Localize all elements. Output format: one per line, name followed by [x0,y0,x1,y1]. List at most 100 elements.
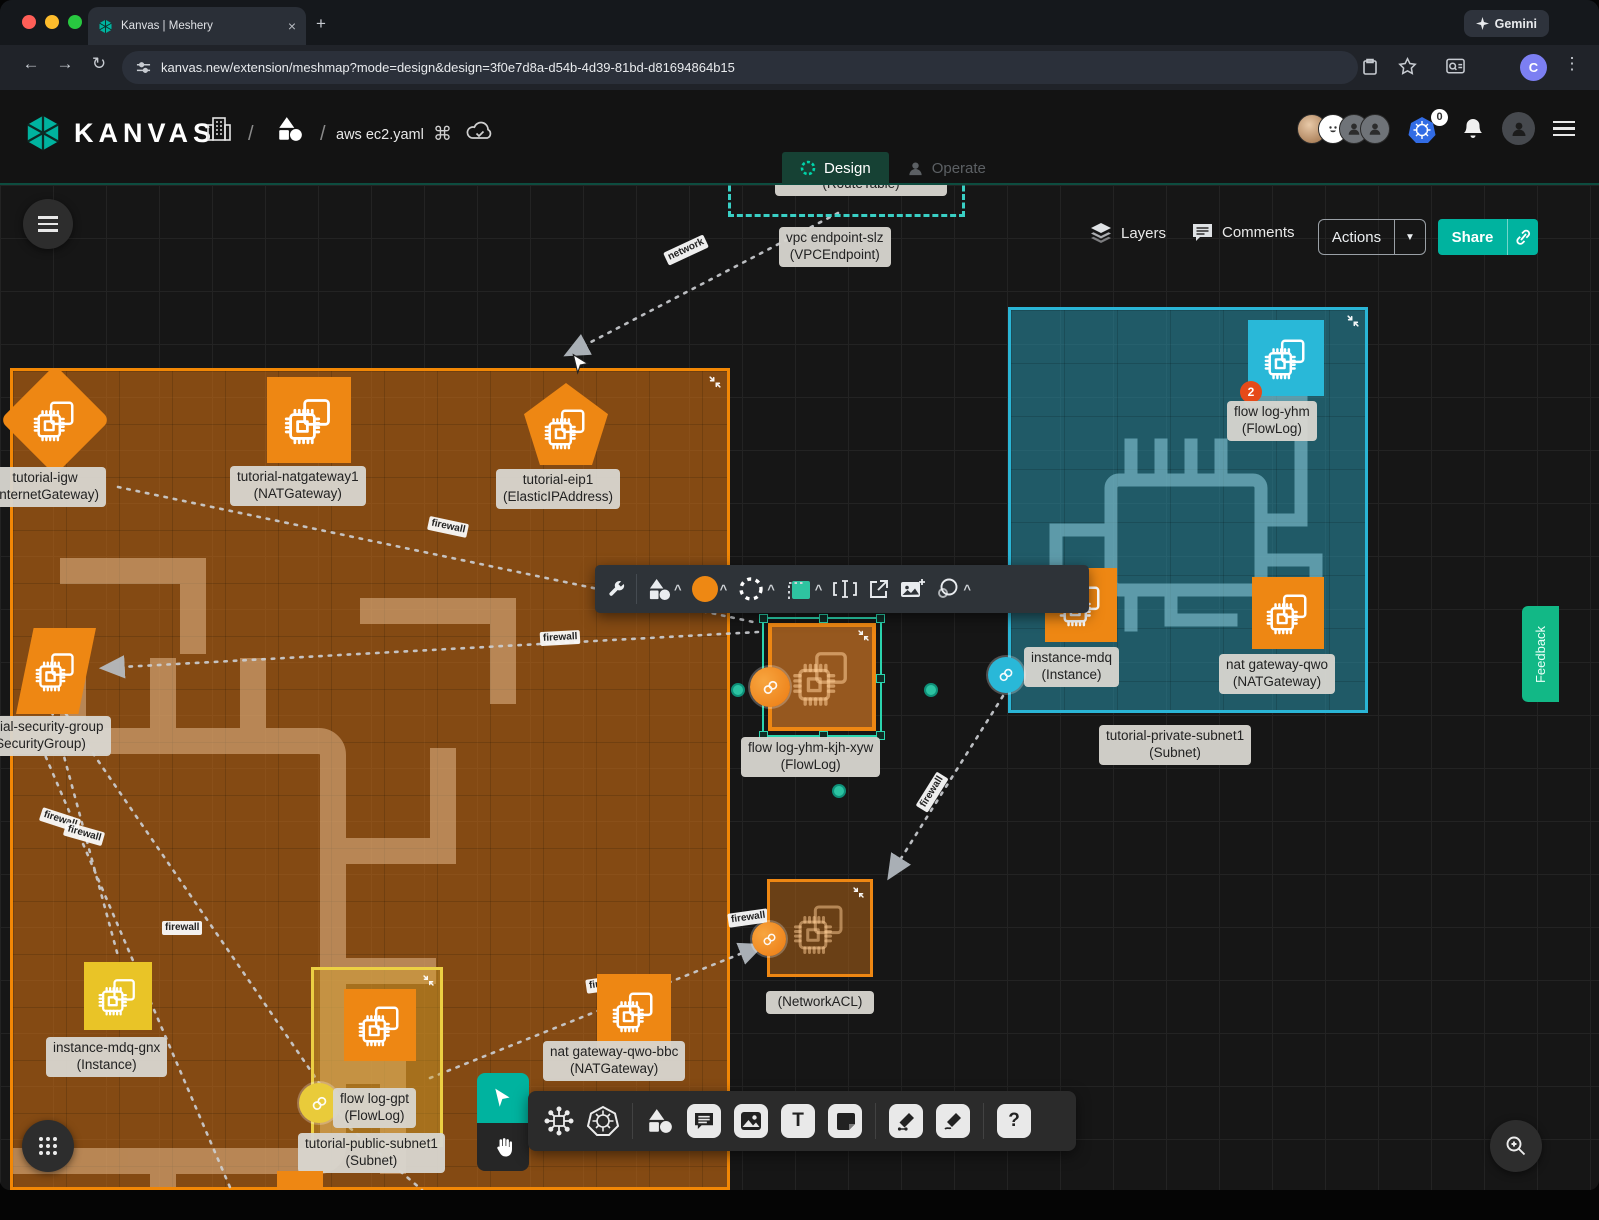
select-tool-button[interactable] [477,1073,529,1123]
close-window-button[interactable] [22,15,36,29]
node-natgateway1[interactable] [267,377,351,463]
shapes-icon [647,578,672,601]
canvas-menu-button[interactable] [23,199,73,249]
hand-tool-icon [492,1136,514,1158]
tools-wrench-icon[interactable] [607,580,626,599]
node-natgateway-bbc[interactable] [597,974,671,1048]
resize-handle-ne[interactable] [876,614,885,623]
edge-tool-button[interactable] [889,1104,923,1138]
feedback-tab[interactable]: Feedback [1522,606,1559,702]
user-avatar-button[interactable] [1502,112,1535,145]
apps-grid-button[interactable] [22,1120,74,1172]
chip-icon [1263,335,1309,381]
node-flowlog-gpt[interactable] [344,989,416,1061]
resize-handle-e[interactable] [876,674,885,683]
comments-button[interactable]: Comments [1192,223,1295,242]
node-link-handle[interactable] [752,922,786,956]
text-tool-button[interactable]: T [781,1104,815,1138]
zoom-window-button[interactable] [68,15,82,29]
edge-endpoint-dot[interactable] [924,683,938,697]
node-instance-gnx[interactable] [84,962,152,1030]
browser-toolbar: ← → ↻ kanvas.new/extension/meshmap?mode=… [0,45,1599,90]
tab-close-icon[interactable]: × [288,18,296,34]
node-label-flowlog-yhm: flow log-yhm(FlowLog) [1227,401,1317,441]
image-tool-icon [741,1112,761,1130]
edge-endpoint-dot[interactable] [832,784,846,798]
freehand-tool-button[interactable] [936,1104,970,1138]
node-label-natgateway-qwo: nat gateway-qwo(NATGateway) [1219,654,1335,694]
node-label-eip1: tutorial-eip1(ElasticIPAddress) [496,469,620,509]
gemini-button[interactable]: Gemini [1464,10,1549,37]
collapse-node-icon[interactable] [857,629,870,642]
new-tab-button[interactable]: + [316,14,326,34]
fill-color-button[interactable]: ^ [692,576,728,602]
site-settings-icon[interactable] [136,60,151,75]
fill-color-swatch [692,576,718,602]
share-button[interactable]: Share [1438,219,1538,255]
cursor-tool-icon [492,1087,514,1109]
kubernetes-tool-icon[interactable] [587,1105,619,1137]
browser-menu-icon[interactable]: ⋮ [1559,54,1585,74]
pan-tool-button[interactable] [477,1123,529,1171]
actions-button[interactable]: Actions ▼ [1318,219,1426,255]
header-menu-icon[interactable] [1553,121,1575,137]
node-link-handle[interactable] [750,667,790,707]
bookmark-star-icon[interactable] [1398,57,1417,76]
open-external-icon[interactable] [868,578,890,600]
kanvas-logo[interactable]: KANVAS [24,114,216,152]
kubernetes-context-button[interactable]: 0 [1408,113,1444,145]
cloud-sync-icon[interactable] [466,120,494,142]
node-natgateway-qwo[interactable] [1252,577,1324,649]
collaborator-avatars[interactable] [1297,114,1390,144]
toolbar-divider [636,574,637,604]
comment-tool-button[interactable] [687,1104,721,1138]
browser-tab[interactable]: Kanvas | Meshery × [88,7,306,45]
rename-field-icon[interactable] [832,578,858,600]
save-icon[interactable] [1361,58,1379,76]
magnifier-plus-icon [1505,1135,1527,1157]
resize-handle-nw[interactable] [759,614,768,623]
reading-list-icon[interactable] [1446,58,1465,76]
shortcut-command-icon[interactable]: ⌘ [433,123,452,146]
actions-caret-icon[interactable]: ▼ [1395,232,1425,243]
edge-pen-icon [896,1111,916,1131]
design-file-name[interactable]: aws ec2.yaml [336,127,424,143]
resize-handle-n[interactable] [819,614,828,623]
address-bar[interactable]: kanvas.new/extension/meshmap?mode=design… [122,51,1358,84]
note-tool-button[interactable] [828,1104,862,1138]
border-style-button[interactable]: ^ [737,575,775,603]
collapse-node-icon[interactable] [852,886,865,899]
notifications-bell-icon[interactable] [1462,117,1484,141]
back-button[interactable]: ← [18,54,44,74]
add-image-icon[interactable] [900,578,925,600]
shapes-tool-icon[interactable] [646,1108,674,1134]
dock-divider [875,1103,876,1139]
reload-button[interactable]: ↻ [86,54,112,74]
tab-design[interactable]: Design [782,152,889,184]
designs-icon[interactable] [276,116,304,142]
browser-profile-avatar[interactable]: C [1520,54,1547,81]
help-button[interactable]: ? [997,1104,1031,1138]
image-tool-button[interactable] [734,1104,768,1138]
node-label-instance-mdq: instance-mdq(Instance) [1024,647,1119,687]
collapse-group-icon[interactable] [422,974,435,987]
region-link-handle[interactable] [988,657,1024,693]
zoom-button[interactable] [1490,1120,1542,1172]
collaborator-avatar-generic2[interactable] [1360,114,1390,144]
lasso-tool-button[interactable]: ^ [935,577,971,601]
shapes-tool-button[interactable]: ^ [647,578,682,601]
share-link-icon[interactable] [1508,229,1538,245]
organization-icon[interactable] [207,116,231,142]
components-tool-icon[interactable] [544,1106,574,1136]
forward-button[interactable]: → [52,54,78,74]
chip-icon [543,405,589,451]
tab-operate[interactable]: Operate [889,152,1004,184]
edge-endpoint-dot[interactable] [731,683,745,697]
node-network-acl[interactable] [767,879,873,977]
layers-button[interactable]: Layers [1090,223,1166,243]
lasso-icon [935,577,961,601]
design-canvas[interactable]: network firewall firewall firewall firew… [0,185,1599,1190]
minimize-window-button[interactable] [45,15,59,29]
teal-square-icon [785,575,813,603]
shape-fill-button[interactable]: ^ [785,575,823,603]
